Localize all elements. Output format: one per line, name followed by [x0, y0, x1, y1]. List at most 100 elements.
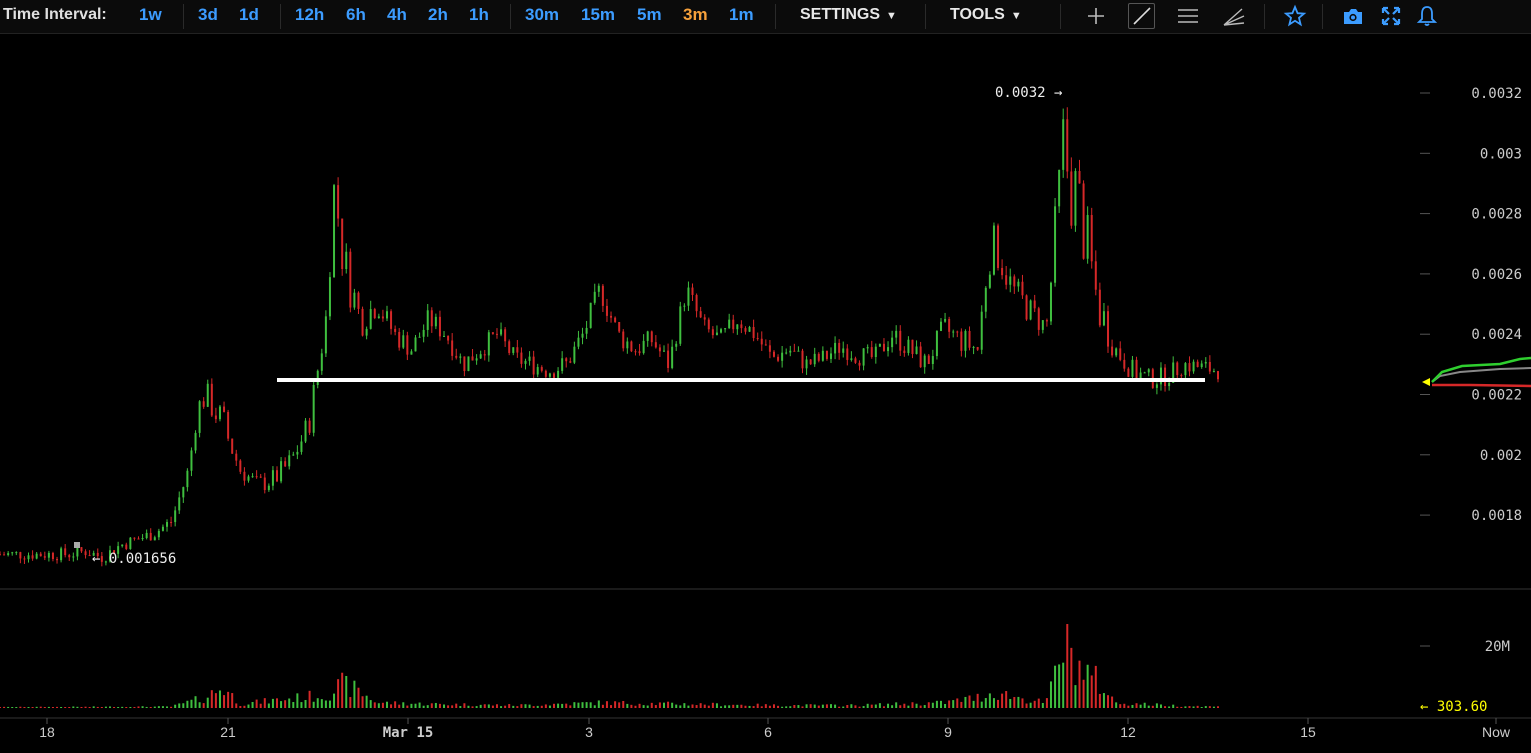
volume-bar [35, 706, 38, 708]
volume-bar [104, 706, 107, 708]
interval-2h[interactable]: 2h [428, 5, 448, 25]
volume-bar [276, 698, 279, 708]
candle-body [308, 420, 311, 433]
volume-bar [870, 704, 873, 708]
candle-body [487, 332, 490, 356]
price-tick-label: 0.0024 [1471, 327, 1522, 343]
candle-body [267, 485, 270, 491]
candle-body [235, 453, 238, 461]
volume-bar [687, 705, 690, 708]
candle-body [756, 338, 759, 340]
volume-bar [988, 693, 991, 708]
volume-bar [610, 705, 613, 708]
bell-icon[interactable] [1414, 4, 1440, 28]
candle-body [84, 551, 87, 556]
interval-4h[interactable]: 4h [387, 5, 407, 25]
interval-6h[interactable]: 6h [346, 5, 366, 25]
volume-bar [1180, 706, 1183, 708]
interval-5m[interactable]: 5m [637, 5, 662, 25]
volume-bar [64, 707, 67, 708]
trendline-icon[interactable] [1128, 3, 1155, 29]
candle-body [1184, 363, 1187, 376]
volume-bar [1212, 706, 1215, 708]
candle-body [1192, 361, 1195, 372]
volume-bar [695, 705, 698, 708]
separator [183, 4, 184, 29]
candle-body [732, 319, 735, 330]
horizontal-lines-icon[interactable] [1175, 4, 1201, 28]
volume-bar [418, 702, 421, 708]
volume-bar [394, 701, 397, 708]
price-chart[interactable]: 0.00320.0030.00280.00260.00240.00220.002… [0, 34, 1531, 753]
candle-body [1078, 171, 1081, 184]
candle-body [683, 305, 686, 307]
candle-body [31, 555, 34, 559]
fan-icon[interactable] [1221, 4, 1247, 28]
volume-bar [284, 700, 287, 708]
volume-bar [740, 704, 743, 708]
volume-bar [1082, 679, 1085, 708]
candle-body [573, 346, 576, 363]
volume-bar [15, 707, 18, 708]
volume-bar [744, 705, 747, 708]
volume-bar [337, 679, 340, 708]
interval-3m[interactable]: 3m [683, 5, 708, 25]
fullscreen-icon[interactable] [1378, 4, 1404, 28]
interval-1h[interactable]: 1h [469, 5, 489, 25]
candle-body [834, 342, 837, 354]
candle-body [654, 342, 657, 348]
interval-15m[interactable]: 15m [581, 5, 615, 25]
candle-body [23, 558, 26, 560]
high-annotation: 0.0032 → [995, 85, 1062, 101]
volume-bar [320, 699, 323, 708]
volume-bar [573, 702, 576, 708]
candle-body [438, 316, 441, 337]
volume-bar [540, 705, 543, 708]
volume-bar [834, 704, 837, 708]
interval-1m[interactable]: 1m [729, 5, 754, 25]
candle-body [483, 354, 486, 356]
candle-body [1021, 281, 1024, 296]
volume-bar [585, 702, 588, 708]
volume-bar [174, 704, 177, 708]
volume-bar [1217, 706, 1219, 708]
volume-bar [801, 706, 804, 708]
chevron-down-icon: ▼ [1010, 10, 1022, 22]
interval-12h[interactable]: 12h [295, 5, 324, 25]
candle-body [263, 477, 266, 491]
star-icon[interactable] [1282, 4, 1308, 28]
settings-menu[interactable]: SETTINGS ▼ [800, 6, 897, 24]
interval-1d[interactable]: 1d [239, 5, 259, 25]
interval-30m[interactable]: 30m [525, 5, 559, 25]
tools-menu[interactable]: TOOLS ▼ [950, 6, 1022, 24]
candle-body [793, 350, 796, 352]
volume-bar [312, 701, 315, 708]
volume-bar [447, 705, 450, 708]
volume-bar [1001, 693, 1004, 708]
volume-bar [524, 704, 527, 708]
candle-body [956, 331, 959, 333]
volume-bar [1196, 705, 1199, 708]
candle-body [328, 277, 331, 317]
volume-bar [1204, 706, 1207, 708]
crosshair-icon[interactable] [1083, 4, 1109, 28]
volume-bar [377, 703, 380, 708]
volume-bar [361, 696, 364, 708]
interval-1w[interactable]: 1w [139, 5, 162, 25]
candle-body [960, 331, 963, 351]
volume-bar [483, 704, 486, 708]
volume-bar [255, 699, 258, 708]
candle-body [797, 350, 800, 352]
volume-bar [1107, 695, 1110, 708]
volume-bar [1172, 704, 1175, 708]
volume-bar [1139, 704, 1142, 708]
volume-bar [854, 705, 857, 708]
interval-3d[interactable]: 3d [198, 5, 218, 25]
volume-bar [153, 706, 156, 708]
candle-body [1147, 369, 1150, 373]
depth-line-asks [1432, 383, 1531, 388]
candle-body [467, 356, 470, 372]
camera-icon[interactable] [1340, 4, 1366, 28]
volume-bar [80, 707, 83, 708]
volume-bar [939, 700, 942, 708]
